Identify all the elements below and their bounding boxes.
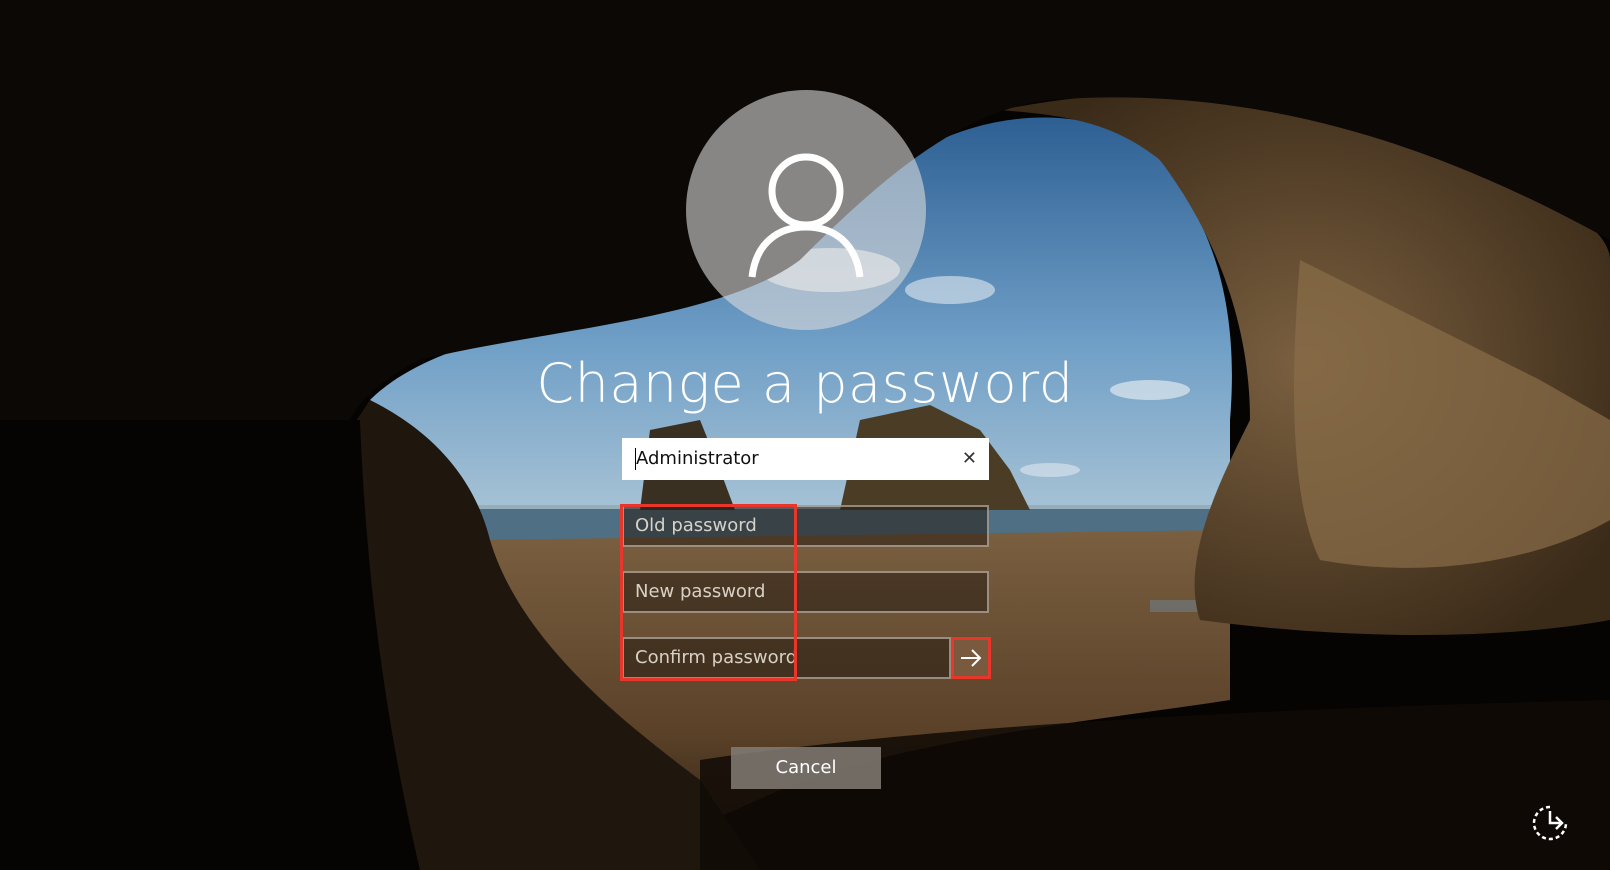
confirm-password-placeholder: Confirm password [635,647,798,668]
old-password-placeholder: Old password [635,515,757,536]
new-password-field[interactable]: New password [622,571,989,613]
ease-of-access-icon[interactable] [1528,801,1572,845]
submit-button[interactable] [951,637,991,679]
user-icon [748,153,864,278]
confirm-password-field[interactable]: Confirm password [622,637,951,679]
close-icon[interactable]: ✕ [962,440,977,478]
user-avatar [686,90,926,330]
username-value: Administrator [636,448,759,469]
lock-screen: Change a password Administrator ✕ Old pa… [0,0,1610,870]
new-password-placeholder: New password [635,581,766,602]
cancel-button[interactable]: Cancel [731,747,881,789]
username-field[interactable]: Administrator ✕ [622,438,989,480]
old-password-field[interactable]: Old password [622,505,989,547]
page-title: Change a password [536,352,1074,415]
arrow-right-icon [961,649,982,667]
